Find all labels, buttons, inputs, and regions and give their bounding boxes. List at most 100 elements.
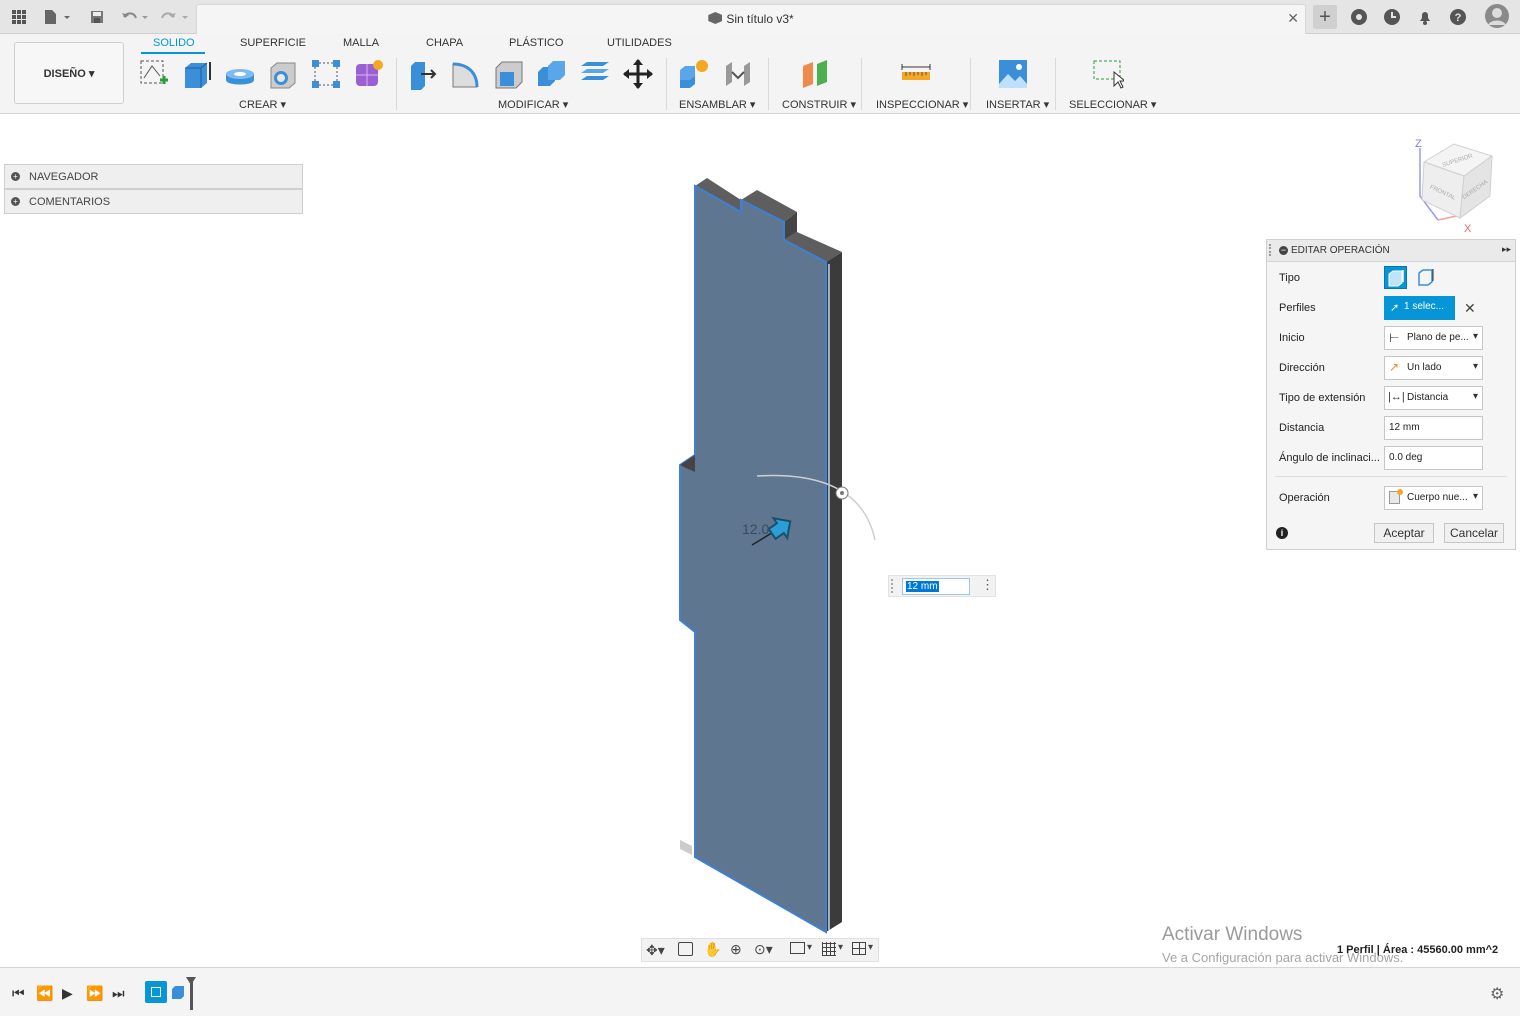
expand-dialog-icon[interactable]: ▸▸: [1502, 244, 1511, 255]
zoom-icon[interactable]: ⊕: [730, 941, 742, 958]
apps-grid-icon[interactable]: [8, 6, 30, 28]
viewports-icon[interactable]: [852, 942, 866, 955]
select-window-icon[interactable]: [1092, 58, 1124, 90]
workspace-switcher-button[interactable]: DISEÑO ▾: [14, 42, 124, 104]
step-forward-icon[interactable]: ⏩: [86, 985, 103, 1002]
start-dropdown[interactable]: ⊢ Plano de pe...: [1384, 326, 1483, 350]
close-tab-icon[interactable]: ✕: [1287, 10, 1299, 27]
create-sketch-icon[interactable]: [138, 58, 170, 90]
more-options-icon[interactable]: ⋮: [981, 578, 994, 592]
group-ensamblar-dropdown[interactable]: ENSAMBLAR ▾: [679, 98, 755, 111]
dialog-title: EDITAR OPERACIÓN: [1291, 245, 1390, 256]
fit-zoom-icon[interactable]: ⊙▾: [754, 941, 773, 958]
type-solid-button[interactable]: [1384, 266, 1407, 289]
viewcube[interactable]: SUPERIOR FRONTAL DERECHA Z X: [1408, 136, 1508, 236]
group-modificar-dropdown[interactable]: MODIFICAR ▾: [498, 98, 568, 111]
group-inspeccionar-dropdown[interactable]: INSPECCIONAR ▾: [876, 98, 968, 111]
type-thin-button[interactable]: [1415, 266, 1438, 289]
solid-extrude-icon: [1388, 270, 1404, 287]
document-tab[interactable]: Sin título v3* ✕: [196, 4, 1306, 34]
extensions-icon[interactable]: [1348, 6, 1370, 28]
ribbon-separator: [1055, 58, 1056, 110]
expand-icon[interactable]: +: [11, 197, 20, 206]
tab-chapa[interactable]: CHAPA: [426, 37, 463, 49]
step-back-icon[interactable]: ⏪: [36, 985, 53, 1002]
timeline-extrude-item[interactable]: [170, 983, 188, 1001]
redo-icon[interactable]: [158, 6, 192, 28]
thin-extrude-icon: [1418, 269, 1434, 286]
ribbon-separator: [666, 58, 667, 110]
distance-extent-icon: |↔|: [1388, 391, 1405, 403]
timeline-sketch-item[interactable]: [145, 981, 167, 1003]
drag-grip-icon[interactable]: [891, 579, 897, 593]
group-seleccionar-dropdown[interactable]: SELECCIONAR ▾: [1069, 98, 1156, 111]
save-icon[interactable]: [86, 6, 108, 28]
extrude-icon[interactable]: [181, 58, 213, 90]
job-status-icon[interactable]: [1381, 6, 1403, 28]
split-body-icon[interactable]: [579, 58, 611, 90]
new-tab-icon[interactable]: +: [1313, 5, 1337, 29]
ok-button[interactable]: Aceptar: [1374, 523, 1434, 543]
tab-plastico[interactable]: PLÁSTICO: [509, 37, 563, 49]
help-icon[interactable]: ?: [1447, 6, 1469, 28]
inline-distance-input[interactable]: 12 mm: [902, 578, 970, 595]
tipo-label: Tipo: [1279, 272, 1300, 284]
tab-solido[interactable]: SOLIDO: [153, 37, 195, 49]
browser-navigator[interactable]: + NAVEGADOR: [4, 164, 303, 189]
create-form-icon[interactable]: [353, 58, 385, 90]
viewports-dropdown-icon[interactable]: ▾: [868, 942, 873, 953]
combine-icon[interactable]: [536, 58, 568, 90]
fillet-icon[interactable]: [450, 58, 482, 90]
drag-grip-icon[interactable]: [1269, 244, 1271, 256]
play-icon[interactable]: ▶: [62, 985, 73, 1002]
profiles-selection-button[interactable]: ➚ 1 selec...: [1384, 296, 1455, 320]
hole-icon[interactable]: [267, 58, 299, 90]
look-at-icon[interactable]: [678, 942, 693, 956]
group-construir-dropdown[interactable]: CONSTRUIR ▾: [782, 98, 856, 111]
pan-hand-icon[interactable]: ✋: [704, 941, 721, 958]
pattern-icon[interactable]: [310, 58, 342, 90]
tab-utilidades[interactable]: UTILIDADES: [607, 37, 672, 49]
orbit-icon[interactable]: ✥▾: [646, 942, 665, 959]
user-avatar[interactable]: [1484, 3, 1510, 29]
undo-icon[interactable]: [118, 6, 152, 28]
dialog-header[interactable]: − EDITAR OPERACIÓN ▸▸: [1267, 240, 1515, 262]
display-settings-icon[interactable]: [790, 942, 805, 954]
measure-icon[interactable]: [900, 58, 932, 90]
press-pull-icon[interactable]: [407, 58, 439, 90]
grid-settings-icon[interactable]: [822, 942, 836, 956]
go-to-end-icon[interactable]: ⏭: [112, 985, 125, 1002]
tab-malla[interactable]: MALLA: [343, 37, 379, 49]
file-menu-icon[interactable]: [40, 6, 74, 28]
timeline-settings-gear-icon[interactable]: ⚙: [1490, 984, 1504, 1004]
info-icon[interactable]: i: [1276, 527, 1288, 539]
extent-type-dropdown[interactable]: |↔| Distancia: [1384, 386, 1483, 410]
group-insertar-dropdown[interactable]: INSERTAR ▾: [986, 98, 1049, 111]
notifications-bell-icon[interactable]: [1414, 6, 1436, 28]
go-to-start-icon[interactable]: ⏮: [12, 985, 25, 1002]
shell-icon[interactable]: [493, 58, 525, 90]
tab-superficie[interactable]: SUPERFICIE: [240, 37, 306, 49]
toolbar-ribbon: DISEÑO ▾ SOLIDO SUPERFICIE MALLA CHAPA P…: [0, 34, 1520, 114]
revolve-icon[interactable]: [224, 58, 256, 90]
offset-plane-icon[interactable]: [800, 58, 832, 90]
taper-angle-input[interactable]: 0.0 deg: [1384, 446, 1483, 470]
collapse-icon[interactable]: −: [1279, 246, 1288, 255]
direction-dropdown[interactable]: ↗ Un lado: [1384, 356, 1483, 380]
clear-selection-icon[interactable]: ✕: [1464, 300, 1476, 317]
display-settings-dropdown-icon[interactable]: ▾: [807, 942, 812, 953]
canvas-3d-body[interactable]: [640, 170, 900, 940]
grid-dropdown-icon[interactable]: ▾: [838, 942, 843, 953]
operation-dropdown[interactable]: Cuerpo nue...: [1384, 486, 1483, 510]
group-crear-dropdown[interactable]: CREAR ▾: [239, 98, 286, 111]
extrude-feature-icon: [172, 986, 184, 999]
browser-comments[interactable]: + COMENTARIOS: [4, 189, 303, 214]
expand-icon[interactable]: +: [11, 172, 20, 181]
move-copy-icon[interactable]: [622, 58, 654, 90]
new-component-icon[interactable]: [678, 58, 710, 90]
body-main-face[interactable]: [679, 184, 827, 934]
cancel-button[interactable]: Cancelar: [1444, 523, 1504, 543]
insert-image-icon[interactable]: [997, 58, 1029, 90]
distance-input[interactable]: 12 mm: [1384, 416, 1483, 440]
joint-icon[interactable]: [722, 58, 754, 90]
